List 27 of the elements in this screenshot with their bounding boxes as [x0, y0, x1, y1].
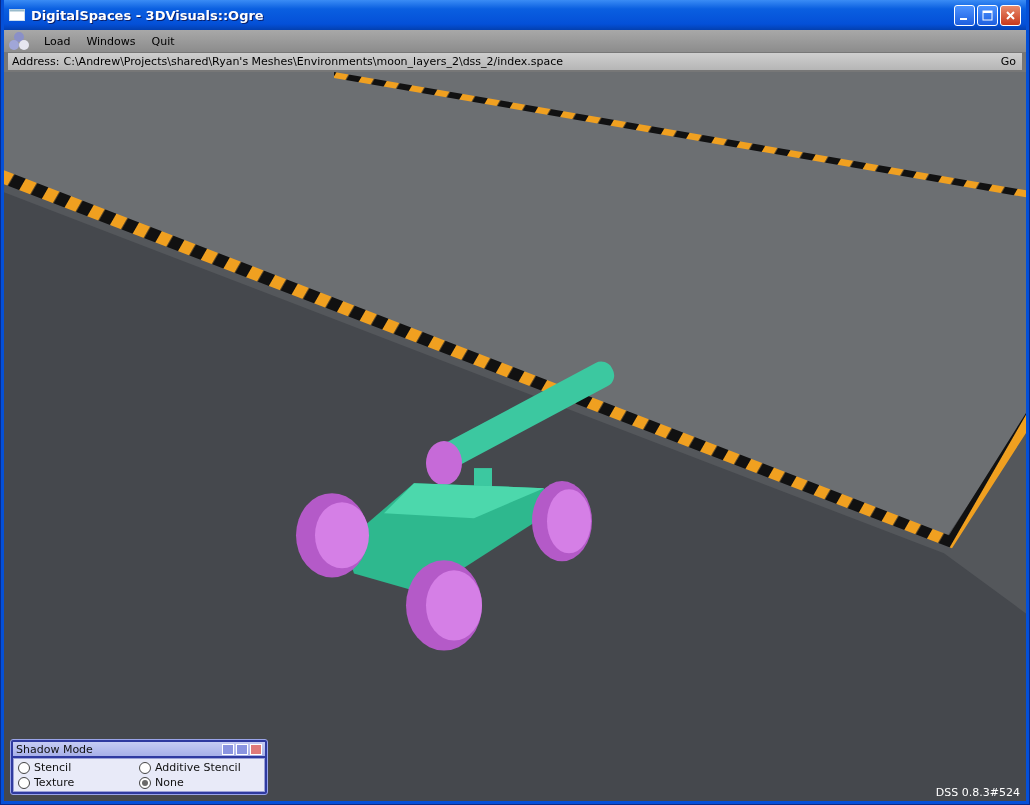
- version-label: DSS 0.8.3#524: [935, 786, 1020, 799]
- minimize-button[interactable]: [954, 4, 975, 26]
- minimize-button[interactable]: [236, 743, 248, 755]
- maximize-button[interactable]: [977, 4, 998, 26]
- radio-button[interactable]: [18, 776, 30, 789]
- close-button[interactable]: [250, 743, 262, 755]
- go-button[interactable]: Go: [998, 55, 1018, 68]
- radio-button[interactable]: [139, 761, 151, 774]
- close-icon: [1005, 9, 1016, 21]
- logo-icon: [8, 31, 30, 51]
- menu-item[interactable]: Windows: [78, 34, 144, 48]
- panel-title: Shadow Mode: [16, 742, 94, 756]
- option-label: Additive Stencil: [155, 761, 241, 774]
- menu-item[interactable]: Load: [36, 34, 79, 48]
- menu-item[interactable]: Quit: [143, 34, 183, 48]
- close-button[interactable]: [1000, 4, 1021, 26]
- option-label: Texture: [34, 776, 75, 789]
- app-icon: [9, 9, 25, 21]
- option-label: None: [155, 776, 184, 789]
- radio-button[interactable]: [18, 761, 30, 774]
- radio-button[interactable]: [139, 776, 151, 789]
- window-title: DigitalSpaces - 3DVisuals::Ogre: [31, 7, 265, 23]
- option-label: Stencil: [34, 761, 72, 774]
- minimize-icon: [960, 17, 967, 20]
- address-field[interactable]: Address: C:\Andrew\Projects\shared\Ryan's Meshes\Environments\moon_layers_2\dss_2/index.space Go: [8, 53, 1022, 70]
- maximize-icon: [982, 9, 993, 21]
- help-button[interactable]: [222, 743, 234, 755]
